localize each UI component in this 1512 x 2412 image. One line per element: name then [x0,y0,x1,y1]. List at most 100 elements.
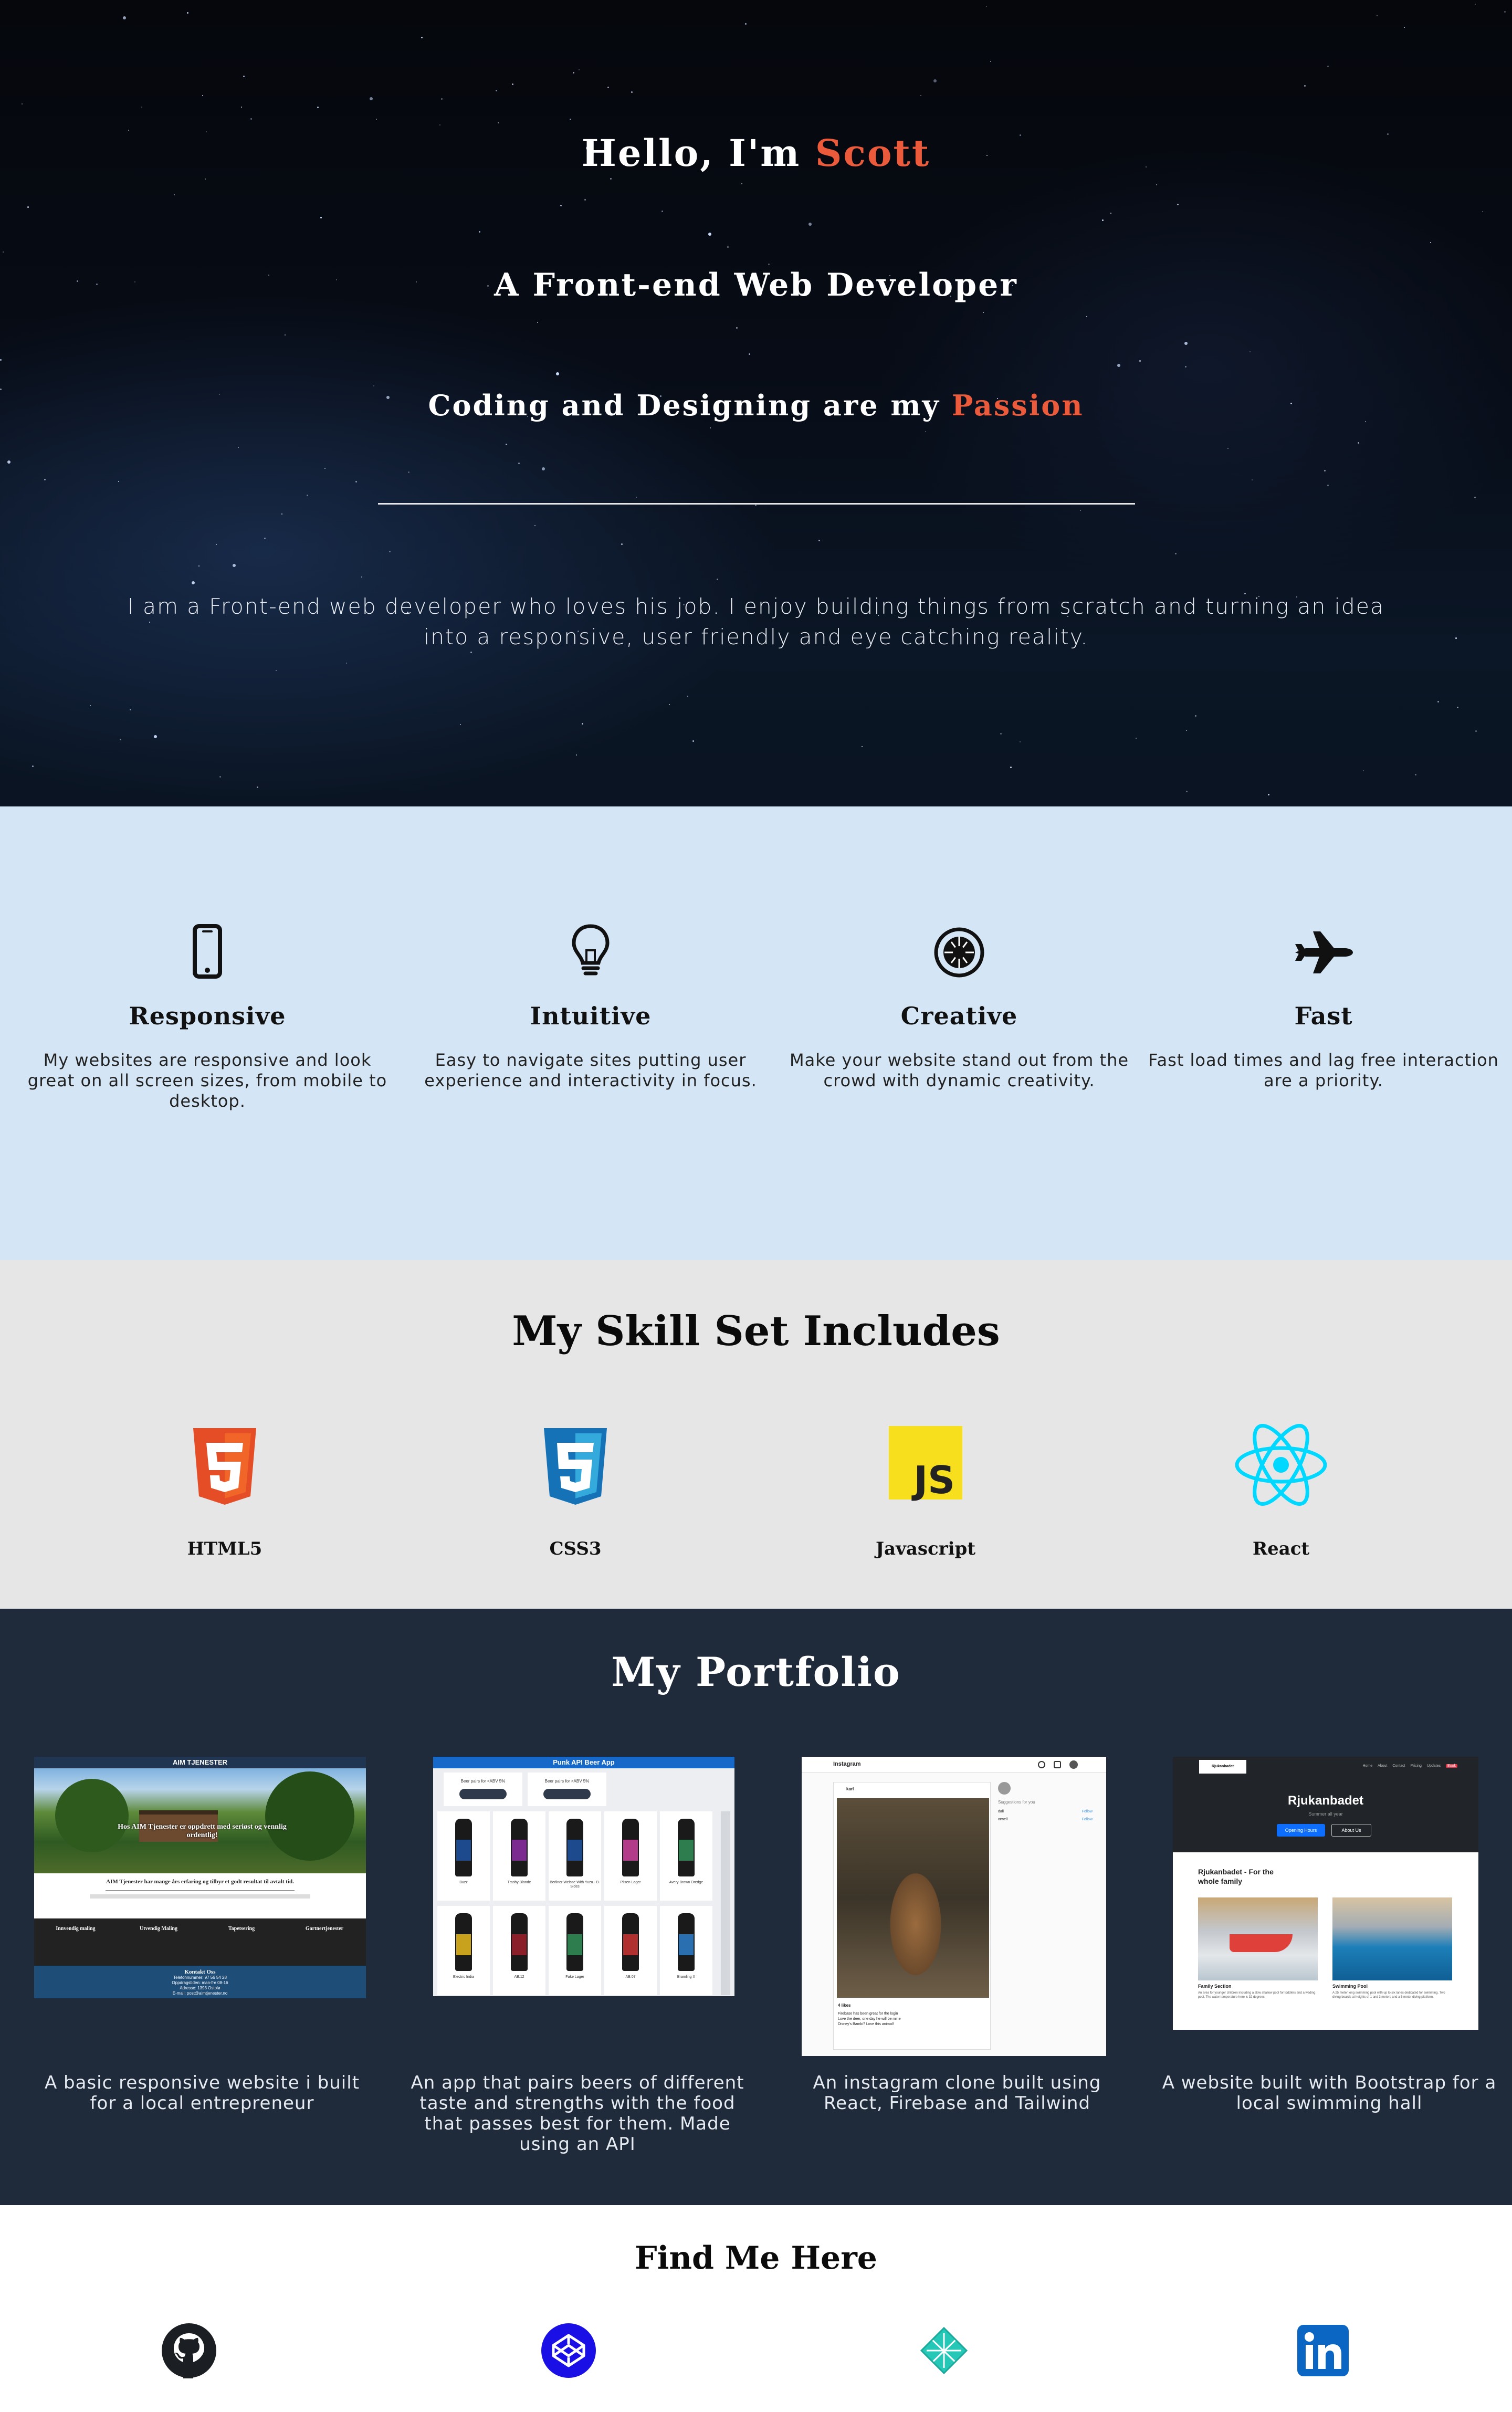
shot-brand: Instagram [833,1761,861,1767]
hero-tagline: Coding and Designing are my Passion [0,389,1512,422]
star [198,565,200,567]
star [1327,485,1329,486]
star [1324,470,1326,471]
feature-text: Fast load times and lag free interaction… [1148,1050,1499,1090]
beer-bottle [678,1819,695,1876]
beer-label [568,1934,582,1955]
beer-label [512,1934,527,1955]
shot-tree [265,1771,354,1861]
beer-card: AB:12 [493,1906,545,1995]
react-icon [1235,1424,1327,1506]
shot-nav-item: Book [1446,1764,1457,1768]
project-screenshot[interactable]: AIM TJENESTER Hos AIM Tjenester er oppdr… [34,1757,366,1998]
shot-filter-card: Beer pairs for <ABV 5% [444,1773,522,1806]
project-screenshot[interactable]: Rjukanbadet Home About Contact Pricing Updat… [1173,1757,1478,2030]
shot-logo: Rjukanbadet [1199,1760,1246,1774]
star [1363,770,1364,771]
shot-sidebar: Suggestions for you dali Follow orwell Fol… [998,1782,1093,1861]
beer-label [679,1934,694,1955]
skill-label: CSS3 [549,1538,602,1559]
star [736,327,738,329]
shot-topbar: Instagram [802,1757,1106,1773]
shot-btn-secondary: About Us [1331,1824,1371,1837]
star [243,76,245,77]
shot-likes: 4 likes [838,2003,851,2008]
star [1268,794,1269,795]
star [1102,219,1104,221]
beer-card: Fake Lager [549,1906,601,1995]
star [361,576,362,578]
star [496,90,497,91]
svg-text:JS: JS [911,1458,955,1502]
shot-comment: Love the deer, one day he will be mine [838,2017,901,2021]
shot-contact-line: E-mail: post@aimtjenester.no [172,1991,228,1996]
star [1304,85,1306,87]
shot-nav-item: Pricing [1410,1764,1422,1768]
hero-section: Hello, I'm Scott A Front-end Web Develop… [0,0,1512,806]
greeting-name: Scott [815,131,931,175]
beer-label [679,1840,694,1861]
shot-suggest-user: orwell [998,1818,1008,1821]
star [90,705,91,706]
linkedin-icon[interactable] [1294,2322,1352,2379]
feature-intuitive: Intuitive Easy to navigate sites putting… [407,921,774,1091]
shot-header: AIM TJENESTER [34,1757,366,1768]
beer-bottle [511,1913,528,1971]
project-screenshot[interactable]: Punk API Beer App Beer pairs for <ABV 5%… [433,1757,734,1996]
star [582,723,583,725]
star [1457,707,1458,708]
star [542,467,545,470]
star [1086,316,1087,317]
star [123,16,126,19]
github-icon[interactable] [160,2322,218,2379]
shot-scrollbar [721,1811,730,1995]
shot-contact: Kontakt Oss Telefonnummer: 97 56 54 28 O… [34,1966,366,1998]
shot-comments: Firebase has been great for the login Lo… [838,2011,985,2027]
shot-suggestion: dali Follow [998,1810,1093,1813]
find-me-title: Find Me Here [635,2240,877,2277]
star [1186,791,1188,792]
star [128,130,129,131]
star [1117,364,1120,367]
star [560,205,562,206]
star [346,663,347,664]
skills-title: My Skill Set Includes [512,1307,1000,1355]
beer-label [568,1840,582,1861]
beer-bottle [455,1913,472,1971]
beer-bottle [622,1913,639,1971]
star [570,119,571,120]
shot-comment: Disney's Bambi? Love this animal! [838,2022,894,2026]
skill-javascript: JS Javascript [821,1423,1031,1559]
star [983,312,984,313]
star [717,579,718,580]
feature-text: My websites are responsive and look grea… [27,1050,387,1111]
star [1000,733,1002,735]
star [534,525,536,526]
shot-nav-item: Updates [1426,1764,1441,1768]
beer-name: Buzz [459,1881,468,1884]
beer-label [456,1840,471,1861]
shot-hero-text: Hos AIM Tjenester er oppdrett med seriøs… [118,1823,287,1839]
hero-description: I am a Front-end web developer who loves… [127,594,1385,649]
feature-fast: Fast Fast load times and lag free intera… [1140,921,1507,1091]
shot-section-title: Rjukanbadet - For the whole family [1198,1868,1274,1885]
beer-card: Trashy Blonde [493,1811,545,1901]
star [537,322,538,323]
project-screenshot[interactable]: Instagram karl 4 likes Firebase has been… [802,1757,1106,2056]
shot-nav-item: About [1378,1764,1388,1768]
star [621,543,623,545]
netlify-icon[interactable] [915,2322,973,2379]
beer-name: AB:07 [625,1975,636,1979]
codepen-icon[interactable] [540,2322,597,2379]
star [920,95,921,96]
beer-card: Berliner Weisse With Yuzu - B-Sides [549,1811,601,1901]
star [376,119,377,120]
star [573,72,574,74]
star [498,122,499,123]
star [324,468,326,469]
skill-css3: CSS3 [470,1423,680,1559]
star [276,670,277,671]
feature-title: Creative [900,1002,1018,1030]
html5-icon [193,1428,256,1505]
shot-follow: Follow [1082,1810,1093,1813]
